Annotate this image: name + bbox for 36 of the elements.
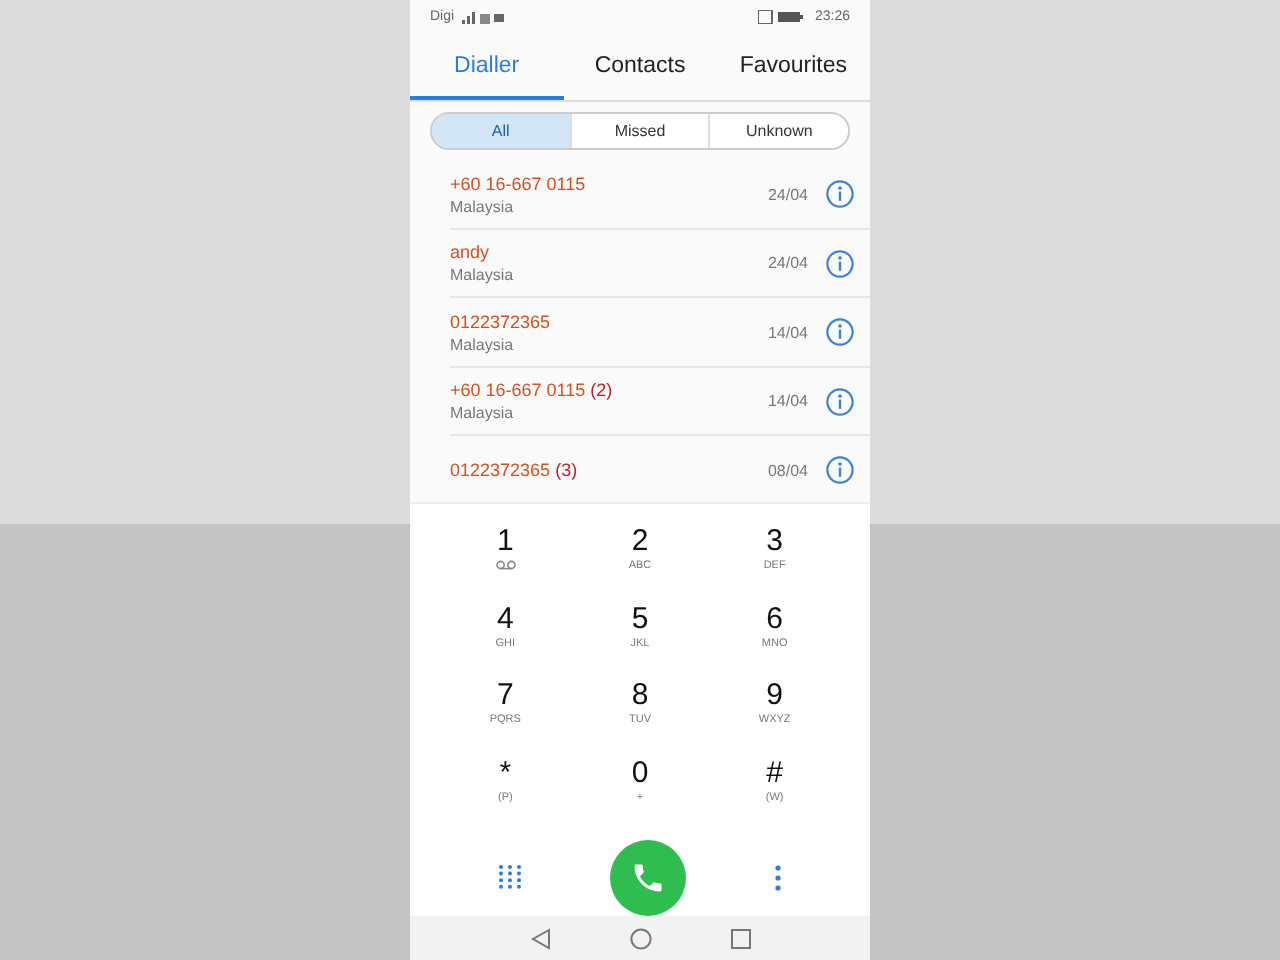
caller-name[interactable]: +60 16-667 0115 (2) — [450, 380, 768, 401]
info-icon[interactable] — [826, 249, 854, 278]
call-date: 14/04 — [767, 323, 808, 342]
back-icon[interactable] — [529, 927, 551, 950]
caller-name[interactable]: andy — [450, 242, 768, 263]
call-date: 08/04 — [767, 461, 808, 480]
caller-location: Malaysia — [450, 404, 516, 423]
more-icon[interactable] — [774, 864, 782, 893]
caller-name[interactable]: +60 16-667 0115 — [450, 173, 768, 194]
call-button[interactable] — [610, 840, 686, 917]
caller-location: Malaysia — [450, 335, 516, 354]
signal-icon — [462, 10, 507, 25]
tab[interactable]: Favourites — [716, 35, 871, 100]
call-date: 24/04 — [767, 254, 808, 273]
caller-location: Malaysia — [450, 266, 516, 285]
dialpad-icon[interactable] — [498, 864, 522, 893]
caller-name[interactable]: 0122372365 (3) — [450, 460, 768, 481]
call-date: 14/04 — [767, 392, 808, 411]
info-icon[interactable] — [826, 456, 854, 485]
phone-icon — [630, 860, 666, 897]
call-date: 24/04 — [767, 185, 808, 204]
tab[interactable]: Contacts — [563, 35, 717, 100]
info-icon[interactable] — [826, 180, 854, 209]
info-icon[interactable] — [826, 318, 854, 347]
voicemail-icon — [495, 560, 516, 571]
tab[interactable]: Dialler — [410, 35, 564, 100]
home-icon[interactable] — [629, 927, 651, 950]
caller-location: Malaysia — [450, 197, 516, 216]
filter-button[interactable]: Missed — [569, 113, 709, 149]
filter-button[interactable]: Unknown — [708, 113, 848, 149]
battery-icon — [758, 10, 807, 25]
caller-name[interactable]: 0122372365 — [450, 311, 768, 332]
dial-key[interactable]: 1 — [438, 520, 573, 598]
recents-icon[interactable] — [729, 927, 751, 950]
filter-button[interactable]: All — [432, 113, 570, 149]
info-icon[interactable] — [826, 387, 854, 416]
